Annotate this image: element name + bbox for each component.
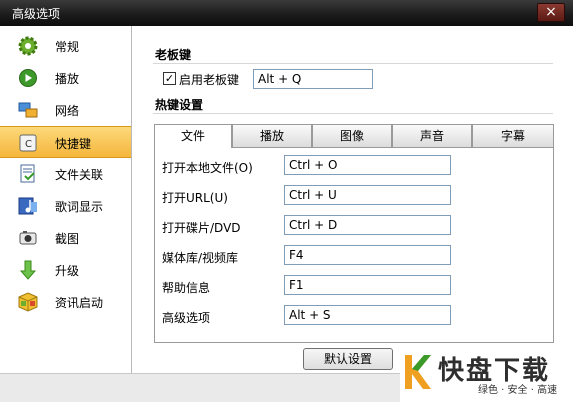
title-bar: 高级选项 × (0, 0, 573, 26)
close-icon: × (545, 4, 557, 20)
gear-icon (18, 36, 38, 56)
hotkey-section-title: 热键设置 (155, 98, 204, 112)
sidebar-item-label: 升级 (55, 264, 80, 278)
sidebar-item-playback[interactable]: 播放 (0, 62, 131, 94)
watermark: 快盘下载 绿色 · 安全 · 高速 (400, 348, 573, 402)
default-settings-button[interactable]: 默认设置 (303, 348, 393, 370)
hotkey-field-help[interactable]: F1 (284, 275, 451, 295)
sidebar-item-label: 常规 (55, 40, 80, 54)
lyrics-icon (18, 197, 37, 215)
tab-sound[interactable]: 声音 (392, 124, 472, 148)
hotkey-label: 打开本地文件(O) (162, 161, 253, 175)
play-icon (19, 69, 37, 87)
enable-boss-key-checkbox[interactable]: ✓ (163, 72, 176, 85)
sidebar-item-upgrade[interactable]: 升级 (0, 254, 131, 286)
upgrade-arrow-icon (19, 260, 37, 280)
enable-boss-key-label: 启用老板键 (179, 73, 240, 87)
hotkey-tab-panel: 打开本地文件(O) Ctrl + O 打开URL(U) Ctrl + U 打开碟… (154, 148, 554, 343)
close-button[interactable]: × (537, 3, 565, 22)
sidebar-item-news-launch[interactable]: 资讯启动 (0, 286, 131, 318)
news-cube-icon (18, 292, 38, 312)
watermark-slogan: 绿色 · 安全 · 高速 (478, 385, 558, 396)
sidebar-item-file-association[interactable]: 文件关联 (0, 158, 131, 190)
hotkey-field-open-disc[interactable]: Ctrl + D (284, 215, 451, 235)
hotkey-label: 高级选项 (162, 311, 211, 325)
watermark-logo-icon (405, 355, 431, 389)
tab-playback[interactable]: 播放 (232, 124, 312, 148)
hotkey-label: 打开URL(U) (162, 191, 228, 205)
sidebar-item-label: 歌词显示 (55, 200, 104, 214)
keyboard-key-icon: C (19, 134, 37, 152)
sidebar-item-label: 资讯启动 (55, 296, 104, 310)
sidebar-item-screenshot[interactable]: 截图 (0, 222, 131, 254)
boss-key-field[interactable]: Alt + Q (253, 69, 373, 89)
hotkey-field-advanced[interactable]: Alt + S (284, 305, 451, 325)
hotkey-label: 媒体库/视频库 (162, 251, 239, 265)
camera-icon (19, 231, 37, 245)
tab-file[interactable]: 文件 (154, 124, 232, 149)
hotkey-field-media-library[interactable]: F4 (284, 245, 451, 265)
sidebar-item-network[interactable]: 网络 (0, 94, 131, 126)
hotkey-tabs: 文件 播放 图像 声音 字幕 (154, 124, 554, 149)
sidebar-item-label: 截图 (55, 232, 80, 246)
window-title: 高级选项 (12, 7, 61, 21)
settings-panel: 老板键 ✓ 启用老板键 Alt + Q 热键设置 文件 播放 图像 声音 字幕 … (133, 26, 573, 373)
hotkey-field-open-local[interactable]: Ctrl + O (284, 155, 451, 175)
file-association-icon (20, 164, 35, 183)
sidebar-item-label: 文件关联 (55, 168, 104, 182)
hotkey-label: 打开碟片/DVD (162, 221, 241, 235)
boss-key-section-title: 老板键 (155, 48, 192, 62)
tab-image[interactable]: 图像 (312, 124, 392, 148)
sidebar-item-hotkeys[interactable]: C 快捷键 (0, 126, 131, 158)
sidebar-item-label: 快捷键 (55, 137, 92, 151)
tab-subtitle[interactable]: 字幕 (472, 124, 554, 148)
sidebar: 常规 播放 网络 C 快捷键 文件关联 歌词显示 截图 升级 资讯启动 (0, 26, 132, 373)
sidebar-item-general[interactable]: 常规 (0, 30, 131, 62)
svg-text:C: C (25, 139, 32, 150)
divider (153, 113, 553, 114)
sidebar-item-lyrics[interactable]: 歌词显示 (0, 190, 131, 222)
hotkey-field-open-url[interactable]: Ctrl + U (284, 185, 451, 205)
network-icon (18, 102, 38, 118)
sidebar-item-label: 播放 (55, 72, 80, 86)
hotkey-label: 帮助信息 (162, 281, 211, 295)
divider (153, 63, 553, 64)
sidebar-item-label: 网络 (55, 104, 80, 118)
